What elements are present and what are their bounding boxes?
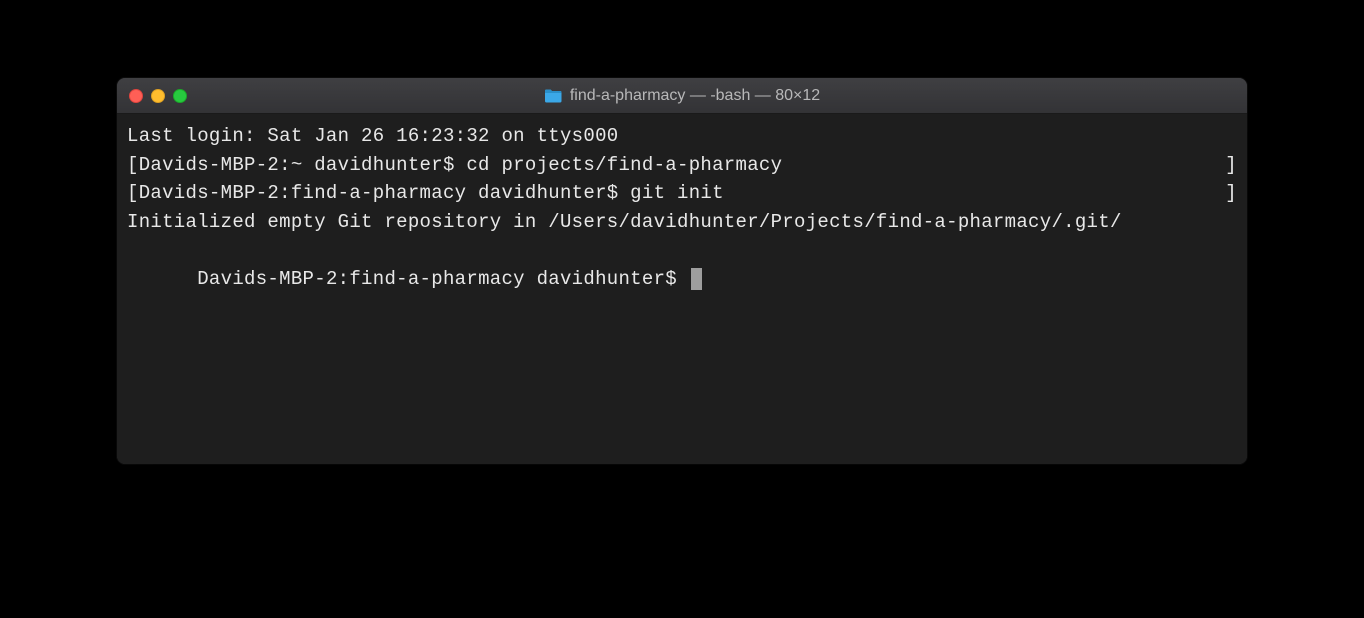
minimize-button[interactable] <box>151 89 165 103</box>
maximize-button[interactable] <box>173 89 187 103</box>
terminal-prompt-line: Davids-MBP-2:find-a-pharmacy davidhunter… <box>127 236 1237 322</box>
title-bar[interactable]: find-a-pharmacy — -bash — 80×12 <box>117 78 1247 114</box>
terminal-bracket: ] <box>1225 179 1237 208</box>
window-title: find-a-pharmacy — -bash — 80×12 <box>544 87 820 105</box>
terminal-line: [Davids-MBP-2:~ davidhunter$ cd projects… <box>127 151 1237 180</box>
terminal-line: [Davids-MBP-2:find-a-pharmacy davidhunte… <box>127 179 1237 208</box>
traffic-lights <box>129 89 187 103</box>
terminal-bracket: ] <box>1225 151 1237 180</box>
terminal-line: Initialized empty Git repository in /Use… <box>127 208 1237 237</box>
terminal-window: find-a-pharmacy — -bash — 80×12 Last log… <box>117 78 1247 464</box>
terminal-prompt: Davids-MBP-2:find-a-pharmacy davidhunter… <box>197 268 688 290</box>
terminal-text: [Davids-MBP-2:~ davidhunter$ cd projects… <box>127 151 782 180</box>
terminal-line: Last login: Sat Jan 26 16:23:32 on ttys0… <box>127 122 1237 151</box>
terminal-text: [Davids-MBP-2:find-a-pharmacy davidhunte… <box>127 179 724 208</box>
folder-icon <box>544 89 562 103</box>
terminal-body[interactable]: Last login: Sat Jan 26 16:23:32 on ttys0… <box>117 114 1247 464</box>
close-button[interactable] <box>129 89 143 103</box>
window-title-text: find-a-pharmacy — -bash — 80×12 <box>570 87 820 105</box>
cursor <box>691 268 702 290</box>
